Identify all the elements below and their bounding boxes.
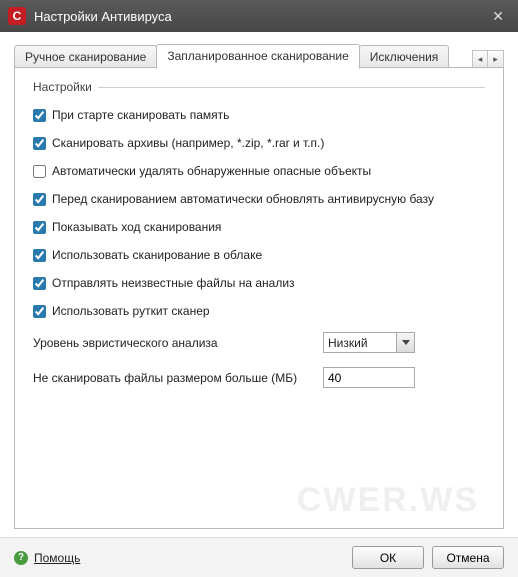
content-area: Ручное сканирование Запланированное скан…	[0, 32, 518, 537]
heuristic-row: Уровень эвристического анализа Низкий	[33, 332, 485, 353]
option-row: Использовать руткит сканер	[33, 304, 485, 318]
heuristic-value: Низкий	[328, 336, 368, 350]
checkbox-show-progress[interactable]	[33, 221, 46, 234]
ok-button[interactable]: ОК	[352, 546, 424, 569]
close-icon[interactable]: ✕	[486, 6, 510, 27]
option-row: Сканировать архивы (например, *.zip, *.r…	[33, 136, 485, 150]
chevron-down-icon	[396, 333, 414, 352]
tab-scroll: ◂ ▸	[472, 50, 504, 68]
option-row: Отправлять неизвестные файлы на анализ	[33, 276, 485, 290]
settings-panel: Настройки При старте сканировать память …	[14, 67, 504, 529]
tab-scroll-left-icon[interactable]: ◂	[472, 50, 488, 68]
option-label: Отправлять неизвестные файлы на анализ	[52, 276, 295, 290]
size-limit-label: Не сканировать файлы размером больше (МБ…	[33, 371, 323, 385]
option-label: Показывать ход сканирования	[52, 220, 221, 234]
help-icon: ?	[14, 551, 28, 565]
tab-bar: Ручное сканирование Запланированное скан…	[14, 44, 504, 68]
group-header: Настройки	[33, 80, 485, 94]
checkbox-scan-archives[interactable]	[33, 137, 46, 150]
option-row: При старте сканировать память	[33, 108, 485, 122]
size-limit-input[interactable]	[323, 367, 415, 388]
option-label: Использовать сканирование в облаке	[52, 248, 262, 262]
group-divider	[98, 87, 485, 88]
checkbox-rootkit-scanner[interactable]	[33, 305, 46, 318]
option-row: Автоматически удалять обнаруженные опасн…	[33, 164, 485, 178]
tab-manual-scan[interactable]: Ручное сканирование	[14, 45, 157, 68]
checkbox-update-db[interactable]	[33, 193, 46, 206]
option-label: При старте сканировать память	[52, 108, 229, 122]
checkbox-auto-delete[interactable]	[33, 165, 46, 178]
title-bar: C Настройки Антивируса ✕	[0, 0, 518, 32]
heuristic-select[interactable]: Низкий	[323, 332, 415, 353]
checkbox-cloud-scan[interactable]	[33, 249, 46, 262]
checkbox-scan-memory[interactable]	[33, 109, 46, 122]
tab-scroll-right-icon[interactable]: ▸	[488, 50, 504, 68]
footer-bar: ? Помощь ОК Отмена	[0, 537, 518, 577]
window-title: Настройки Антивируса	[34, 9, 486, 24]
checkbox-send-unknown[interactable]	[33, 277, 46, 290]
option-label: Использовать руткит сканер	[52, 304, 210, 318]
option-row: Перед сканированием автоматически обновл…	[33, 192, 485, 206]
option-label: Сканировать архивы (например, *.zip, *.r…	[52, 136, 324, 150]
option-row: Использовать сканирование в облаке	[33, 248, 485, 262]
option-row: Показывать ход сканирования	[33, 220, 485, 234]
option-label: Перед сканированием автоматически обновл…	[52, 192, 434, 206]
tab-exclusions[interactable]: Исключения	[359, 45, 450, 68]
size-limit-row: Не сканировать файлы размером больше (МБ…	[33, 367, 485, 388]
watermark: CWER.WS	[297, 481, 479, 520]
option-label: Автоматически удалять обнаруженные опасн…	[52, 164, 371, 178]
app-logo: C	[8, 7, 26, 25]
heuristic-label: Уровень эвристического анализа	[33, 336, 323, 350]
group-title: Настройки	[33, 80, 92, 94]
tab-scheduled-scan[interactable]: Запланированное сканирование	[156, 44, 359, 69]
cancel-button[interactable]: Отмена	[432, 546, 504, 569]
help-link[interactable]: Помощь	[34, 551, 80, 565]
